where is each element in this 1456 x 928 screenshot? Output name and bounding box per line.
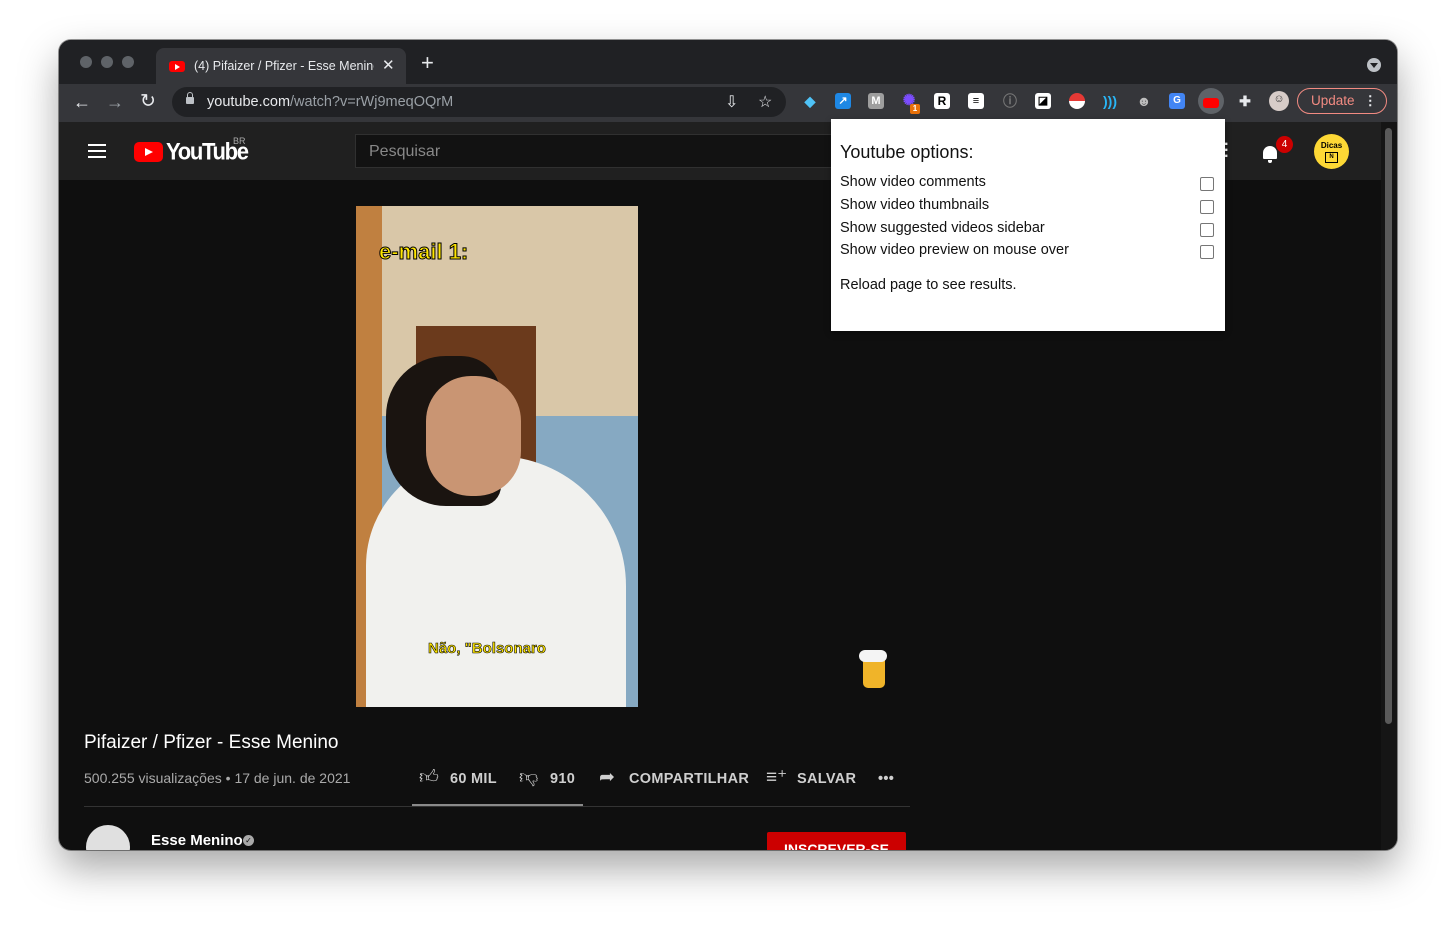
share-extension-icon[interactable]: ↗ xyxy=(835,93,851,109)
tab-title: (4) Pifaizer / Pfizer - Esse Menino xyxy=(194,59,374,73)
install-app-icon[interactable]: ⇩ xyxy=(725,92,738,112)
option-label-sidebar[interactable]: Show suggested videos sidebar xyxy=(840,220,1045,236)
tab-search-icon[interactable] xyxy=(1367,58,1381,72)
video-title: Pifaizer / Pfizer - Esse Menino xyxy=(84,732,339,753)
tab-close-icon[interactable]: ✕ xyxy=(382,56,395,74)
back-button[interactable]: ← xyxy=(73,92,91,112)
search-input[interactable]: Pesquisar xyxy=(355,134,835,168)
add-to-playlist-icon[interactable]: ≡⁺ xyxy=(766,766,787,789)
lock-icon[interactable] xyxy=(186,92,194,104)
address-bar[interactable]: youtube.com/watch?v=rWj9meqOQrM ⇩ ☆ xyxy=(172,87,786,117)
search-placeholder: Pesquisar xyxy=(369,143,441,160)
youtube-options-popup: Youtube options: Show video comments Sho… xyxy=(831,119,1225,331)
puzzle-extensions-icon[interactable]: ✚ xyxy=(1237,93,1253,109)
info-divider xyxy=(84,806,910,807)
beer-mug-icon xyxy=(859,650,887,688)
minimize-window-button[interactable] xyxy=(101,56,113,68)
option-label-thumbnails[interactable]: Show video thumbnails xyxy=(840,197,989,213)
tab-youtube[interactable]: (4) Pifaizer / Pfizer - Esse Menino ✕ xyxy=(156,48,406,84)
translate-extension-icon[interactable]: G xyxy=(1169,93,1185,109)
notification-count-badge: 4 xyxy=(1276,136,1293,153)
pokeball-extension-icon[interactable] xyxy=(1069,93,1085,109)
option-checkbox-preview[interactable] xyxy=(1200,245,1214,259)
like-button[interactable]: 60 MIL xyxy=(450,771,497,787)
wave-extension-icon[interactable]: ))) xyxy=(1102,93,1118,109)
popup-title: Youtube options: xyxy=(840,142,974,162)
send-extension-icon[interactable]: ◪ xyxy=(1035,93,1051,109)
share-arrow-icon[interactable]: ➦ xyxy=(599,766,615,789)
profile-avatar-icon[interactable]: ☺ xyxy=(1269,91,1289,111)
option-label-preview[interactable]: Show video preview on mouse over xyxy=(840,242,1069,258)
channel-avatar[interactable] xyxy=(86,825,130,850)
subscribe-button[interactable]: INSCREVER-SE xyxy=(767,832,906,850)
channel-name[interactable]: Esse Menino xyxy=(151,832,243,849)
update-button[interactable]: Update ⋮ xyxy=(1297,88,1387,114)
reader-extension-icon[interactable]: ≡ xyxy=(968,93,984,109)
r-extension-icon[interactable]: R xyxy=(934,93,950,109)
option-checkbox-comments[interactable] xyxy=(1200,177,1214,191)
youtube-favicon-icon xyxy=(169,61,185,72)
zoom-window-button[interactable] xyxy=(122,56,134,68)
reload-note: Reload page to see results. xyxy=(840,277,1017,293)
menu-dots-icon[interactable]: ⋮ xyxy=(1364,89,1378,113)
verified-check-icon: ✓ xyxy=(243,835,254,846)
info-extension-icon[interactable]: ⓘ xyxy=(1002,93,1018,109)
account-avatar[interactable]: Dicas N xyxy=(1314,134,1349,169)
share-button[interactable]: COMPARTILHAR xyxy=(629,771,749,787)
thumbs-down-icon[interactable]: 👎︎ xyxy=(519,766,538,789)
browser-window: (4) Pifaizer / Pfizer - Esse Menino ✕ + … xyxy=(59,40,1397,850)
view-count-date: 500.255 visualizações • 17 de jun. de 20… xyxy=(84,770,351,786)
youtube-logo-icon[interactable] xyxy=(134,142,163,162)
scrollbar-thumb[interactable] xyxy=(1385,128,1392,724)
browser-toolbar: ← → ↻ youtube.com/watch?v=rWj9meqOQrM ⇩ … xyxy=(59,84,1397,122)
notifications-bell-icon[interactable] xyxy=(1263,146,1277,163)
forward-button[interactable]: → xyxy=(106,92,124,112)
close-window-button[interactable] xyxy=(80,56,92,68)
monkey-extension-icon[interactable]: ☻ xyxy=(1136,93,1152,109)
bookmark-star-icon[interactable]: ☆ xyxy=(758,92,772,112)
video-caption-top: e-mail 1: xyxy=(378,239,469,265)
extension-badge: 1 xyxy=(910,104,920,114)
reload-button[interactable]: ↻ xyxy=(140,92,156,112)
dislike-button[interactable]: 910 xyxy=(550,771,575,787)
menu-hamburger-icon[interactable] xyxy=(88,144,106,158)
option-label-comments[interactable]: Show video comments xyxy=(840,174,986,190)
page-scrollbar[interactable] xyxy=(1381,122,1397,850)
thumbs-up-icon[interactable]: 👍︎ xyxy=(419,766,439,789)
country-code: BR xyxy=(233,136,246,146)
option-checkbox-thumbnails[interactable] xyxy=(1200,200,1214,214)
m-extension-icon[interactable]: M xyxy=(868,93,884,109)
more-actions-button[interactable]: ••• xyxy=(878,771,894,787)
video-frame-person-face xyxy=(426,376,521,496)
diamond-extension-icon[interactable]: ◆ xyxy=(802,93,818,109)
url-text[interactable]: youtube.com/watch?v=rWj9meqOQrM xyxy=(207,94,453,110)
new-tab-button[interactable]: + xyxy=(421,52,434,74)
tab-strip: (4) Pifaizer / Pfizer - Esse Menino ✕ + xyxy=(59,40,1397,84)
video-player[interactable]: e-mail 1: Não, "Bolsonaro xyxy=(356,206,638,707)
save-button[interactable]: SALVAR xyxy=(797,771,856,787)
option-checkbox-sidebar[interactable] xyxy=(1200,223,1214,237)
video-caption-bottom: Não, "Bolsonaro xyxy=(428,640,547,658)
youtube-extension-icon xyxy=(1203,98,1219,108)
